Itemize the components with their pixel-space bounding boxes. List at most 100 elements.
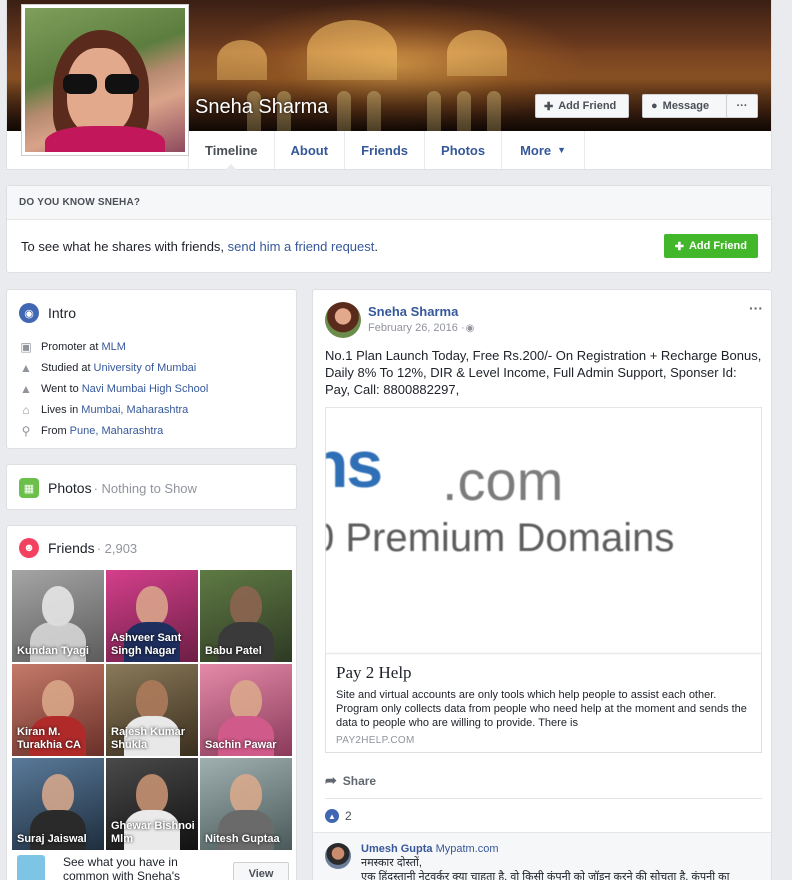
friend-tile[interactable]: Ghewar Bishnoi Mlm (106, 758, 198, 850)
friend-name[interactable]: Suraj Jaiswal (17, 833, 101, 846)
friend-name[interactable]: Babu Patel (205, 645, 289, 658)
friend-tile[interactable]: Rajesh Kumar Shukla (106, 664, 198, 756)
comment-author-name[interactable]: Umesh Gupta (361, 843, 433, 855)
post-date[interactable]: February 26, 2016 · (368, 322, 465, 334)
tab-label: Photos (441, 142, 486, 158)
add-person-icon: ✚ (544, 100, 554, 113)
common-friends-text: See what you have in common with Sneha's (63, 855, 181, 880)
share-label: Share (342, 773, 377, 788)
intro-link-from[interactable]: Pune, Maharashtra (70, 425, 164, 437)
do-you-know-text: To see what he shares with friends, send… (21, 239, 378, 254)
common-friends-icon (17, 855, 45, 880)
post-author-avatar[interactable] (325, 302, 361, 338)
intro-prefix: Lives in (41, 403, 79, 416)
dyk-add-friend-label: Add Friend (688, 240, 747, 252)
post-author-name[interactable]: Sneha Sharma (368, 304, 458, 319)
friend-tile[interactable]: Ashveer Sant Singh Nagar (106, 570, 198, 662)
graduation-cap-icon: ▲ (20, 381, 32, 396)
add-person-icon: ✚ (674, 240, 684, 253)
tab-photos[interactable]: Photos (424, 131, 501, 169)
tab-friends[interactable]: Friends (344, 131, 424, 169)
thumbs-up-icon: ▲ (325, 809, 339, 823)
like-count: 2 (345, 809, 352, 823)
message-label: Message (662, 100, 710, 112)
friend-name[interactable]: Kiran M. Turakhia CA (17, 726, 101, 752)
link-image-premium-text: 0 Premium Domains (326, 516, 675, 560)
sunglasses-icon (63, 74, 139, 94)
share-button[interactable]: ➦ Share (325, 772, 376, 789)
globe-privacy-icon: ◉ (465, 322, 475, 334)
more-dots-icon: ··· (736, 100, 748, 112)
tab-label: Timeline (205, 142, 258, 158)
send-friend-request-link[interactable]: send him a friend request (228, 239, 375, 254)
intro-link-work[interactable]: MLM (101, 341, 125, 353)
location-pin-icon: ⚲ (21, 423, 31, 438)
post-card: Sneha Sharma February 26, 2016 · ◉ ··· N… (312, 289, 772, 880)
post-meta: February 26, 2016 · ◉ (368, 322, 474, 334)
intro-link-school[interactable]: Navi Mumbai High School (82, 383, 209, 395)
intro-card: ◉ Intro ▣ Promoter at MLM ▲ Studied at U… (6, 289, 297, 449)
dyk-text-before: To see what he shares with friends, (21, 238, 228, 254)
friend-photo (136, 680, 168, 720)
comment-line: एक हिंदुस्तानी नेटवर्कर क्या चाहता है, व… (361, 871, 730, 880)
photos-card: ▦ Photos · Nothing to Show (6, 464, 297, 510)
friend-photo (42, 586, 74, 626)
friend-name[interactable]: Ashveer Sant Singh Nagar (111, 632, 195, 658)
friend-name[interactable]: Rajesh Kumar Shukla (111, 726, 195, 752)
friends-title[interactable]: Friends (48, 540, 95, 556)
dyk-add-friend-button[interactable]: ✚ Add Friend (663, 234, 758, 258)
link-image-big-text: ns (326, 427, 383, 501)
message-button[interactable]: ● Message (642, 94, 732, 118)
tab-label: More (520, 142, 552, 158)
friends-count: · 2,903 (96, 540, 138, 556)
link-preview-domain: PAY2HELP.COM (336, 735, 415, 746)
friend-name[interactable]: Nitesh Guptaa (205, 833, 289, 846)
intro-prefix: Studied at (41, 361, 91, 374)
tab-about[interactable]: About (273, 131, 345, 169)
tab-label: Friends (361, 142, 409, 158)
intro-row-studied: ▲ Studied at University of Mumbai (7, 357, 296, 378)
friends-icon: ☻ (19, 538, 39, 558)
intro-link-university[interactable]: University of Mumbai (94, 362, 197, 374)
profile-name[interactable]: Sneha Sharma (195, 96, 328, 119)
friend-tile[interactable]: Sachin Pawar (200, 664, 292, 756)
friend-tile[interactable]: Kundan Tyagi (12, 570, 104, 662)
friend-name[interactable]: Kundan Tyagi (17, 645, 101, 658)
comment-author-avatar[interactable] (325, 843, 351, 869)
messenger-icon: ● (651, 100, 658, 112)
friend-photo (42, 680, 74, 720)
comment-line: नमस्कार दोस्तों, (361, 857, 422, 869)
post-options-icon[interactable]: ··· (749, 300, 763, 316)
profile-tabs: Timeline About Friends Photos More ▼ (188, 131, 586, 170)
view-common-button[interactable]: View (233, 862, 289, 880)
intro-prefix: From (41, 424, 67, 437)
photos-title[interactable]: Photos (48, 480, 92, 496)
intro-row-lives: ⌂ Lives in Mumbai, Maharashtra (7, 399, 296, 420)
comment-page-link[interactable]: Mypatm.com (436, 843, 499, 855)
intro-link-lives[interactable]: Mumbai, Maharashtra (81, 404, 188, 416)
friend-tile[interactable]: Nitesh Guptaa (200, 758, 292, 850)
friend-tile[interactable]: Kiran M. Turakhia CA (12, 664, 104, 756)
photos-icon: ▦ (19, 478, 39, 498)
intro-row-from: ⚲ From Pune, Maharashtra (7, 420, 296, 441)
tab-more[interactable]: More ▼ (501, 131, 586, 169)
add-friend-label: Add Friend (558, 100, 617, 112)
tab-timeline[interactable]: Timeline (188, 131, 274, 170)
link-preview-description: Site and virtual accounts are only tools… (336, 689, 747, 729)
do-you-know-card: DO YOU KNOW SNEHA? To see what he shares… (6, 185, 772, 273)
profile-picture[interactable] (21, 4, 189, 156)
post-likes[interactable]: ▲ 2 (325, 809, 352, 823)
friend-tile[interactable]: Babu Patel (200, 570, 292, 662)
friend-name[interactable]: Ghewar Bishnoi Mlm (111, 820, 195, 846)
share-arrow-icon: ➦ (325, 772, 337, 788)
friend-photo (136, 586, 168, 626)
link-preview-title[interactable]: Pay 2 Help (336, 663, 412, 683)
link-preview[interactable]: ns .com 0 Premium Domains Pay 2 Help Sit… (325, 407, 762, 753)
friend-tile[interactable]: Suraj Jaiswal (12, 758, 104, 850)
friend-name[interactable]: Sachin Pawar (205, 739, 289, 752)
add-friend-button[interactable]: ✚ Add Friend (535, 94, 629, 118)
intro-row-school: ▲ Went to Navi Mumbai High School (7, 378, 296, 399)
friend-photo (136, 774, 168, 814)
more-options-button[interactable]: ··· (726, 94, 758, 118)
dyk-text-after: . (374, 238, 378, 254)
